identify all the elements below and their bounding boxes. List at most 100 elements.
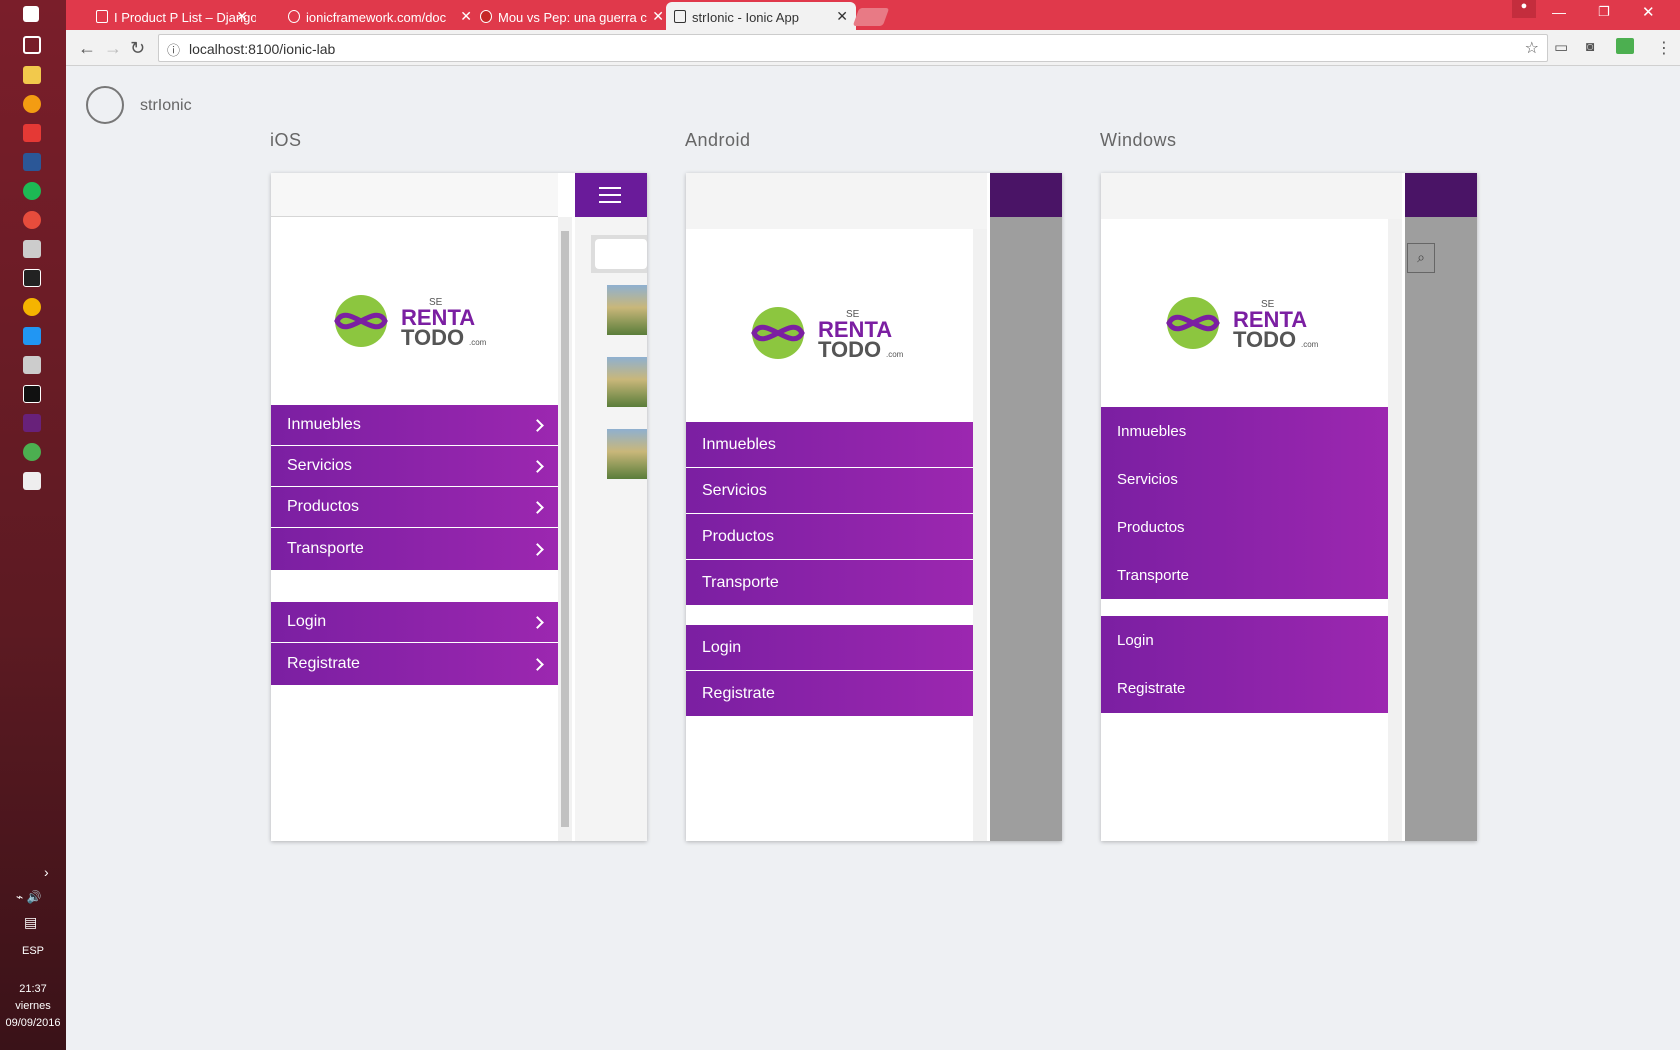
menu-item-registrate[interactable]: Registrate [271,643,558,685]
logo-todo: TODO [818,337,881,362]
menu-item-servicios[interactable]: Servicios [1117,471,1178,488]
menu-item-label: Transporte [702,574,779,591]
visual-studio-icon[interactable] [23,414,41,432]
tab-ionicframework[interactable]: ionicframework.com/doc ✕ [280,2,480,30]
app-name: strIonic [140,97,192,114]
vscode-icon[interactable] [23,327,41,345]
page-icon [674,10,686,23]
spotify-icon[interactable] [23,182,41,200]
menu-toggle-icon[interactable] [599,187,621,203]
close-window-button[interactable]: ✕ [1642,3,1655,21]
new-tab-button[interactable] [852,8,890,26]
reload-button[interactable]: ↻ [130,38,145,59]
bookmark-star-icon[interactable]: ☆ [1525,38,1539,58]
tab-title: I Product P List – Django [114,10,256,25]
menu-item-transporte[interactable]: Transporte [271,528,558,570]
menu-item-registrate[interactable]: Registrate [1117,680,1185,697]
close-icon[interactable]: ✕ [652,8,664,25]
property-thumbnail[interactable] [607,285,647,335]
menu-item-label: Productos [287,498,360,515]
minimize-button[interactable]: — [1552,4,1566,20]
tab-mou-vs-pep[interactable]: Mou vs Pep: una guerra c ✕ [472,2,672,30]
notification-icon[interactable]: ▤ [24,914,37,931]
menu-item-registrate[interactable]: Registrate [686,671,973,716]
word-icon[interactable] [23,153,41,171]
menu-item-productos[interactable]: Productos [1117,519,1185,536]
search-icon[interactable]: ⌕ [1407,243,1435,273]
menu-item-login[interactable]: Login [1117,632,1154,649]
side-menu: SE RENTA TODO .com Inmuebles Servicios P… [686,173,987,841]
app-icon[interactable] [23,240,41,258]
cors-extension-icon[interactable] [1616,38,1634,54]
tab-product-list[interactable]: I Product P List – Django ✕ [88,2,256,30]
info-icon[interactable]: ⓘ [167,40,180,59]
app-icon[interactable] [23,443,41,461]
windows-start-icon[interactable] [23,6,39,22]
menu-item-label: Servicios [287,457,352,474]
app-icon[interactable] [23,356,41,374]
menu-group-categories: Inmuebles Servicios Productos Transporte [1101,407,1388,599]
scrollbar[interactable] [973,229,987,841]
menu-item-inmuebles[interactable]: Inmuebles [271,405,558,445]
ionic-lab-logo-icon [86,86,124,124]
chrome-icon[interactable] [23,95,41,113]
restore-button[interactable]: ❐ [1598,4,1610,20]
network-volume-icons[interactable]: ⌁ 🔊 [16,890,42,904]
pycharm-icon[interactable] [23,385,41,403]
property-thumbnail[interactable] [607,357,647,407]
platform-title-android: Android [685,130,751,150]
terminal-icon[interactable] [23,269,41,287]
close-icon[interactable]: ✕ [836,8,848,25]
menu-item-servicios[interactable]: Servicios [686,468,973,513]
menu-item-label: Login [702,639,742,656]
chrome-canary-icon[interactable] [23,298,41,316]
se-renta-todo-logo: SE RENTA TODO .com [334,295,487,350]
main-content-dimmed: ⌕ [1405,173,1477,841]
app-icon[interactable] [23,211,41,229]
language-indicator[interactable]: ESP [0,944,66,959]
logo-todo: TODO [1233,327,1296,352]
menu-item-inmuebles[interactable]: Inmuebles [686,422,973,467]
search-bar[interactable] [591,235,647,273]
scrollbar[interactable] [558,217,572,841]
clock-time[interactable]: 21:37 [0,982,66,997]
menu-item-label: Servicios [702,482,767,499]
back-button[interactable]: ← [78,38,96,59]
scrollbar[interactable] [1388,219,1402,841]
menu-item-transporte[interactable]: Transporte [1117,567,1189,584]
file-explorer-icon[interactable] [23,66,41,84]
chevron-right-icon [531,501,544,514]
menu-group-auth: Login Registrate [1101,616,1388,713]
forward-button[interactable]: → [104,38,122,59]
menu-item-label: Login [287,613,327,630]
menu-item-label: Transporte [287,540,364,557]
close-icon[interactable]: ✕ [236,8,248,25]
menu-item-login[interactable]: Login [686,625,973,670]
menu-item-servicios[interactable]: Servicios [271,446,558,486]
menu-item-transporte[interactable]: Transporte [686,560,973,605]
menu-icon[interactable]: ⋮ [1656,38,1672,58]
clock-day: viernes [15,1000,51,1012]
side-menu: SE RENTA TODO .com Inmuebles Servicios P… [1101,173,1402,841]
camera-icon[interactable]: ◙ [1586,38,1594,54]
side-menu: SE RENTA TODO .com Inmuebles Servicios P… [271,173,572,841]
browser-tab-strip: I Product P List – Django ✕ ionicframewor… [66,0,1680,30]
menu-header [271,173,558,217]
tab-strionic[interactable]: strIonic - Ionic App ✕ [666,2,856,30]
chevron-right-icon[interactable]: › [44,864,49,880]
address-bar[interactable]: ⓘ localhost:8100/ionic-lab ☆ [158,34,1548,62]
youtube-icon[interactable] [23,124,41,142]
scrollbar-thumb[interactable] [561,231,569,827]
menu-item-login[interactable]: Login [271,602,558,642]
tab-title: ionicframework.com/doc [306,10,447,25]
cast-icon[interactable]: ▭ [1554,38,1568,56]
app-icon[interactable] [23,472,41,490]
profile-icon[interactable]: ● [1512,0,1536,18]
menu-item-productos[interactable]: Productos [271,487,558,527]
menu-item-inmuebles[interactable]: Inmuebles [1117,423,1186,440]
property-thumbnail[interactable] [607,429,647,479]
device-frame-android: SE RENTA TODO .com Inmuebles Servicios P… [686,173,1062,841]
task-view-icon[interactable] [23,36,41,54]
close-icon[interactable]: ✕ [460,8,472,25]
menu-item-productos[interactable]: Productos [686,514,973,559]
